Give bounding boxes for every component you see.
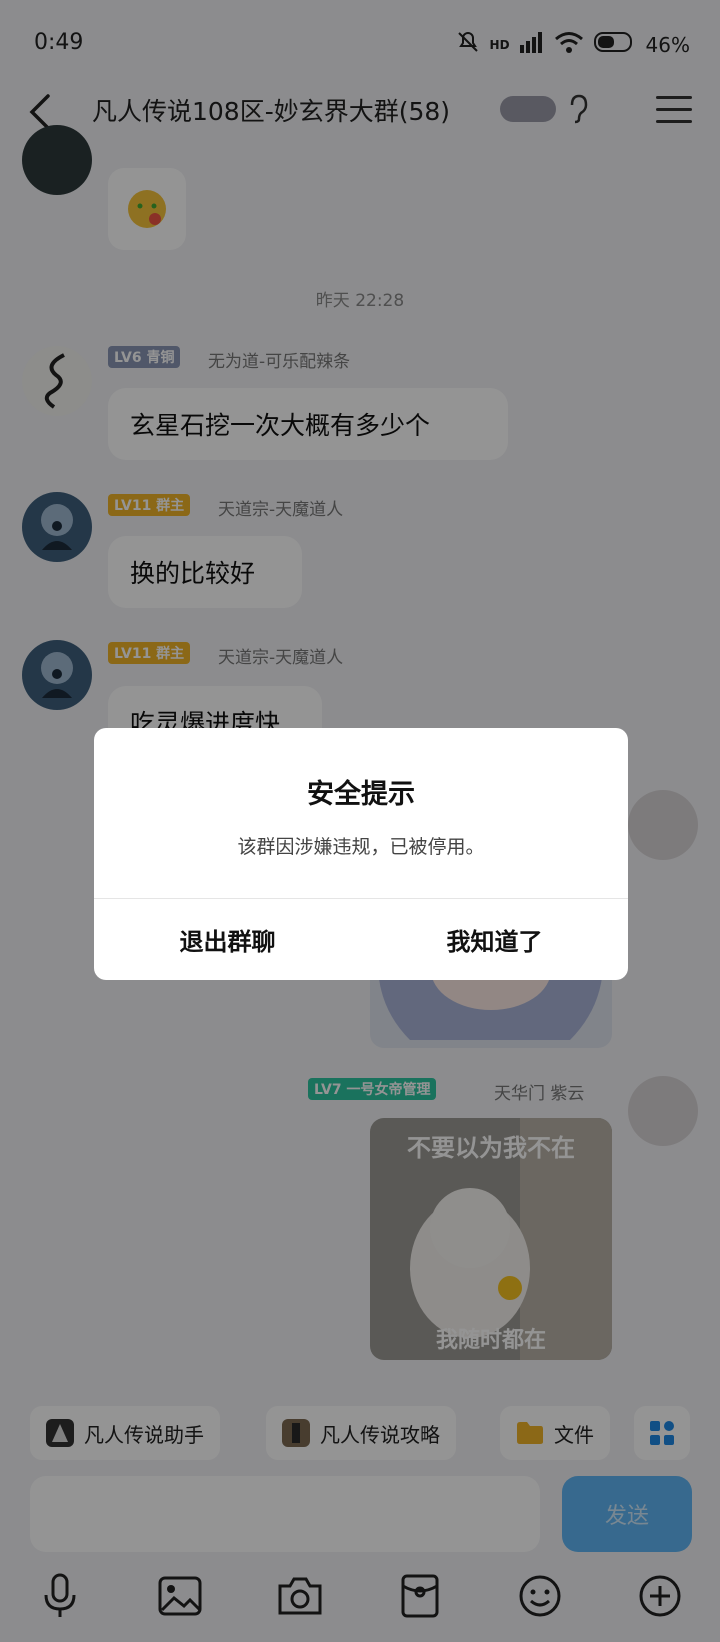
dialog-title: 安全提示 [307, 779, 415, 810]
exit-group-button[interactable]: 退出群聊 [94, 899, 361, 980]
acknowledge-button[interactable]: 我知道了 [361, 899, 628, 980]
dialog-message: 该群因涉嫌违规，已被停用。 [237, 836, 485, 858]
security-alert-dialog: 安全提示 该群因涉嫌违规，已被停用。 退出群聊 我知道了 [94, 728, 628, 980]
